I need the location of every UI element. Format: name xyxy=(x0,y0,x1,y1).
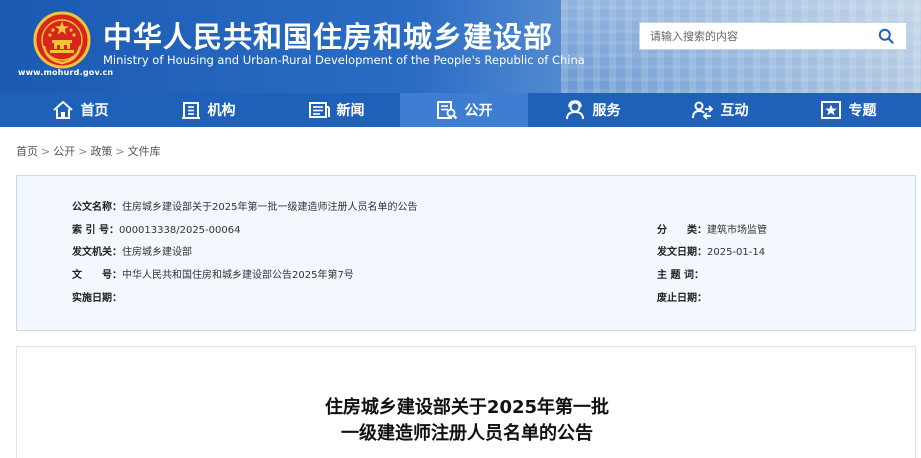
home-icon xyxy=(52,101,73,119)
breadcrumb: 首页 > 公开 > 政策 > 文件库 xyxy=(16,143,161,159)
nav-item-service[interactable]: 服务 xyxy=(528,93,656,127)
meta-value: 000013338/2025-00064 xyxy=(118,225,241,236)
news-icon xyxy=(308,102,330,118)
site-header: www.mohurd.gov.cn 中华人民共和国住房和城乡建设部 Minist… xyxy=(0,0,921,93)
meta-label: 发文日期： xyxy=(657,247,707,258)
service-icon xyxy=(565,100,584,120)
meta-value: 中华人民共和国住房和城乡建设部公告2025年第7号 xyxy=(122,270,354,281)
breadcrumb-separator: > xyxy=(78,145,88,158)
nav-item-label: 公开 xyxy=(464,103,493,119)
site-title[interactable]: 中华人民共和国住房和城乡建设部 xyxy=(103,14,553,56)
building-icon xyxy=(181,102,200,119)
breadcrumb-separator: > xyxy=(41,145,51,158)
meta-doc-name: 公文名称：住房城乡建设部关于2025年第一批一级建造师注册人员名单的公告 xyxy=(72,198,417,213)
meta-issuer: 发文机关：住房城乡建设部 xyxy=(72,243,192,258)
meta-label: 废止日期： xyxy=(657,293,707,304)
search-input[interactable] xyxy=(640,23,866,49)
meta-value: 住房城乡建设部关于2025年第一批一级建造师注册人员名单的公告 xyxy=(122,202,418,213)
meta-value: 2025-01-14 xyxy=(707,247,766,258)
breadcrumb-policy[interactable]: 政策 xyxy=(90,145,112,158)
main-nav: 首页 机构 新闻 公开 服务 互动 专题 xyxy=(0,93,921,127)
meta-label: 分 类： xyxy=(657,225,707,236)
document-metadata-panel: 公文名称：住房城乡建设部关于2025年第一批一级建造师注册人员名单的公告 索 引… xyxy=(16,175,916,331)
nav-item-label: 新闻 xyxy=(336,103,365,119)
search-box xyxy=(639,22,907,50)
nav-item-home[interactable]: 首页 xyxy=(16,93,144,127)
nav-item-topic[interactable]: 专题 xyxy=(784,93,912,127)
meta-index: 索 引 号：000013338/2025-00064 xyxy=(72,221,240,236)
meta-value: 住房城乡建设部 xyxy=(122,247,192,258)
meta-doc-number: 文 号：中华人民共和国住房和城乡建设部公告2025年第7号 xyxy=(72,266,354,281)
nav-item-label: 服务 xyxy=(592,103,621,119)
meta-label: 主 题 词： xyxy=(657,270,704,281)
meta-label: 发文机关： xyxy=(72,247,122,258)
national-emblem-icon[interactable] xyxy=(32,10,92,70)
site-url: www.mohurd.gov.cn xyxy=(18,68,114,77)
search-icon xyxy=(878,28,894,44)
meta-effective-date: 实施日期： xyxy=(72,289,122,304)
nav-item-label: 互动 xyxy=(720,103,749,119)
nav-item-public[interactable]: 公开 xyxy=(400,93,528,127)
topic-icon xyxy=(820,101,841,119)
article-title-line: 住房城乡建设部关于2025年第一批 xyxy=(324,397,610,418)
article-title-line: 一级建造师注册人员名单的公告 xyxy=(341,423,593,444)
nav-item-label: 机构 xyxy=(207,103,236,119)
nav-item-organization[interactable]: 机构 xyxy=(144,93,272,127)
meta-label: 实施日期： xyxy=(72,293,122,304)
site-subtitle: Ministry of Housing and Urban-Rural Deve… xyxy=(103,53,585,67)
meta-subject: 主 题 词： xyxy=(657,266,704,281)
meta-expiry-date: 废止日期： xyxy=(657,289,707,304)
nav-item-label: 首页 xyxy=(80,103,109,119)
search-button[interactable] xyxy=(866,23,906,49)
meta-date: 发文日期：2025-01-14 xyxy=(657,243,765,258)
meta-label: 索 引 号： xyxy=(72,225,119,236)
interaction-icon xyxy=(691,101,713,120)
meta-value: 建筑市场监管 xyxy=(707,225,767,236)
meta-category: 分 类：建筑市场监管 xyxy=(657,221,767,236)
nav-item-news[interactable]: 新闻 xyxy=(272,93,400,127)
breadcrumb-public[interactable]: 公开 xyxy=(53,145,75,158)
breadcrumb-home[interactable]: 首页 xyxy=(16,145,38,158)
breadcrumb-file-library[interactable]: 文件库 xyxy=(128,145,161,158)
meta-label: 文 号： xyxy=(72,270,122,281)
document-icon xyxy=(436,101,457,120)
nav-item-label: 专题 xyxy=(848,103,877,119)
nav-item-interaction[interactable]: 互动 xyxy=(656,93,784,127)
breadcrumb-separator: > xyxy=(115,145,125,158)
meta-label: 公文名称： xyxy=(72,202,122,213)
article-container: 住房城乡建设部关于2025年第一批 一级建造师注册人员名单的公告 xyxy=(16,346,916,458)
article-title: 住房城乡建设部关于2025年第一批 一级建造师注册人员名单的公告 xyxy=(17,395,917,447)
